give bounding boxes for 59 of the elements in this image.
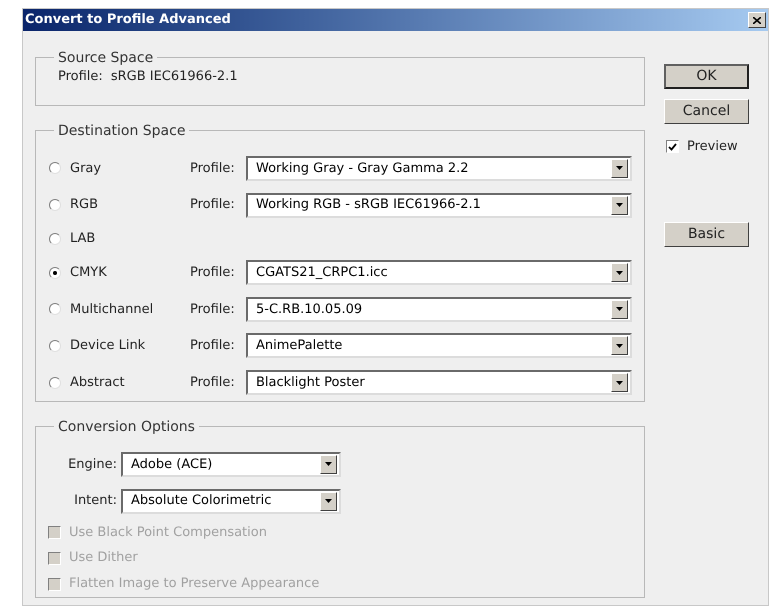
- radio-button[interactable]: [49, 303, 61, 316]
- profile-dropdown[interactable]: Adobe (ACE): [121, 452, 341, 477]
- radio-button[interactable]: [49, 232, 61, 245]
- profile-dropdown[interactable]: Blacklight Poster: [246, 370, 632, 396]
- caret-down-icon: [616, 203, 623, 208]
- caret-down-icon: [616, 344, 623, 348]
- dropdown-arrow-button[interactable]: [320, 492, 337, 511]
- profile-label: Profile:: [58, 68, 103, 86]
- select-label: Intent:: [73, 492, 118, 510]
- profile-value: sRGB IEC61966-2.1: [110, 68, 238, 86]
- profile-dropdown[interactable]: Working RGB - sRGB IEC61966-2.1: [246, 192, 632, 218]
- checkbox-label: Use Black Point Compensation: [69, 524, 267, 542]
- profile-label: Profile:: [190, 300, 236, 319]
- checkbox-label: Preview: [687, 138, 738, 156]
- dropdown-arrow-button[interactable]: [611, 373, 628, 392]
- dropdown-arrow-button[interactable]: [611, 196, 628, 215]
- profile-dropdown[interactable]: AnimePalette: [246, 333, 632, 358]
- caret-down-icon: [325, 499, 332, 504]
- dropdown-arrow-button[interactable]: [611, 336, 628, 356]
- caret-down-icon: [616, 166, 623, 170]
- profile-label: Profile:: [190, 264, 236, 282]
- profile-label: Profile:: [190, 374, 236, 392]
- profile-dropdown[interactable]: Working Gray - Gray Gamma 2.2: [246, 156, 632, 181]
- radio-label: Gray: [70, 160, 102, 178]
- radio-button[interactable]: [49, 340, 61, 352]
- radio-button[interactable]: [49, 199, 61, 212]
- checkbox-label: Use Dither: [69, 549, 138, 568]
- profile-label: Profile:: [190, 196, 236, 214]
- caret-down-icon: [616, 380, 623, 385]
- dropdown-arrow-button[interactable]: [611, 263, 628, 282]
- caret-down-icon: [616, 307, 623, 312]
- close-button[interactable]: [748, 12, 766, 28]
- radio-button[interactable]: [49, 376, 61, 389]
- dropdown-arrow-button[interactable]: [320, 454, 337, 474]
- dialog-button[interactable]: OK: [664, 64, 749, 89]
- radio-label: Device Link: [70, 337, 146, 356]
- radio-label: Abstract: [70, 374, 125, 392]
- profile-label: Profile:: [190, 337, 236, 356]
- checkbox[interactable]: [666, 140, 679, 154]
- radio-label: CMYK: [70, 264, 107, 282]
- dialog-button[interactable]: Basic: [664, 222, 749, 246]
- profile-dropdown[interactable]: Absolute Colorimetric: [121, 488, 341, 514]
- caret-down-icon: [616, 270, 623, 275]
- caret-down-icon: [325, 462, 332, 466]
- close-icon: [753, 16, 761, 24]
- dialog-button[interactable]: Cancel: [664, 99, 749, 124]
- radio-label: Multichannel: [70, 300, 154, 319]
- radio-button[interactable]: [49, 162, 61, 174]
- profile-dropdown[interactable]: 5-C.RB.10.05.09: [246, 296, 632, 322]
- radio-button[interactable]: [49, 266, 61, 279]
- profile-label: Profile:: [190, 160, 236, 178]
- select-label: Engine:: [67, 456, 118, 474]
- window-title: Convert to Profile Advanced: [25, 11, 231, 30]
- radio-label: LAB: [70, 230, 96, 248]
- dropdown-arrow-button[interactable]: [611, 300, 628, 319]
- profile-dropdown[interactable]: CGATS21_CRPC1.icc: [246, 260, 632, 286]
- radio-label: RGB: [70, 196, 98, 214]
- checkbox-label: Flatten Image to Preserve Appearance: [69, 575, 320, 594]
- dropdown-arrow-button[interactable]: [611, 158, 628, 178]
